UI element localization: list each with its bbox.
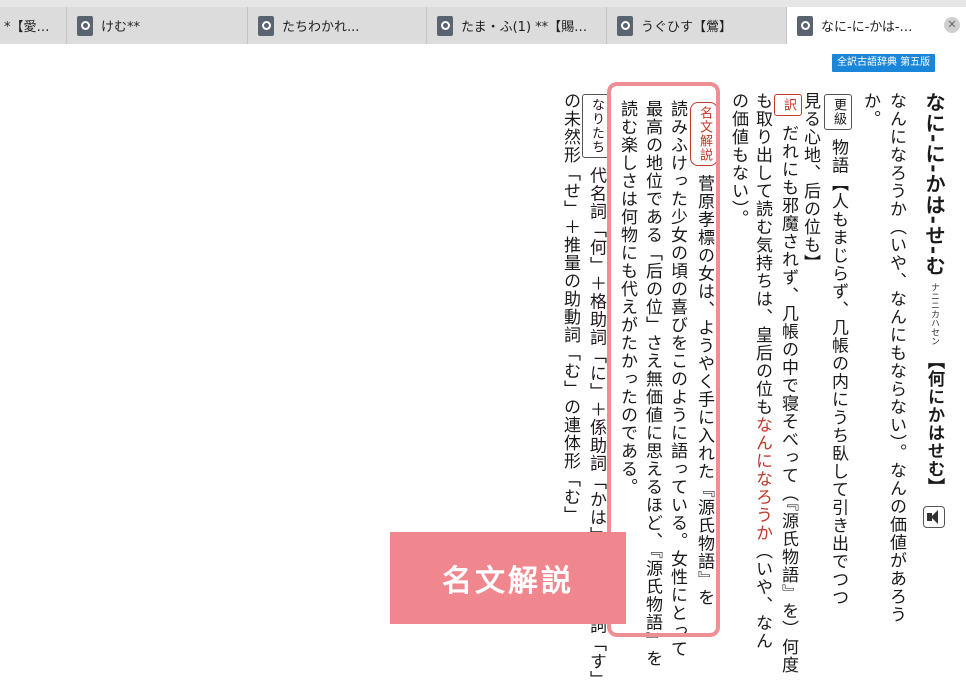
- translation-text: （いや、なん: [752, 542, 772, 650]
- tab-label: けむ**: [101, 20, 141, 35]
- tab-3[interactable]: たちわかれ...: [248, 7, 427, 44]
- translation-line: も取り出して読む気持ちは、皇后の位もなんになろうか（いや、なん: [750, 92, 774, 650]
- entry-headword-column: なに‐に‐かは‐せ‐む ナニニカハセン 【何にかはせむ】: [922, 92, 946, 529]
- dictionary-badge: 全訳古語辞典 第五版: [832, 54, 936, 72]
- example-source-tag: 更級: [824, 94, 852, 130]
- tab-label: たちわかれ...: [282, 20, 360, 35]
- commentary-overlay-label: 名文解説: [390, 532, 626, 624]
- tab-label: *【愛…: [4, 20, 50, 35]
- dictionary-app-icon: [617, 15, 633, 36]
- definition-line: なんになろうか（いや、なんにもならない）。なんの価値があろう: [886, 92, 906, 624]
- tab-label: たま・ふ(1) **【賜…: [461, 20, 588, 35]
- translation-text: も取り出して読む気持ちは、皇后の位も: [752, 92, 772, 416]
- headword-kanji: 【何にかはせむ】: [924, 352, 944, 497]
- dictionary-app-icon: [77, 15, 93, 36]
- etymology-tag: なりたち: [582, 94, 610, 158]
- close-icon[interactable]: ✕: [944, 17, 960, 33]
- example-line: 更級 物語【人もまじらず、几帳の内にうち臥して引き出でつつ: [824, 92, 852, 606]
- tab-4[interactable]: たま・ふ(1) **【賜…: [427, 7, 607, 44]
- tab-bar: *【愛… けむ** たちわかれ... たま・ふ(1) **【賜… うぐひす【鶯】…: [0, 0, 966, 44]
- dictionary-app-icon: [258, 15, 274, 36]
- tab-6-active[interactable]: なに-に-かは-… ✕: [787, 7, 966, 44]
- example-text: 物語【人もまじらず、几帳の内にうち臥して引き出でつつ: [828, 138, 848, 607]
- tab-2[interactable]: けむ**: [67, 7, 248, 44]
- tab-label: なに-に-かは-…: [821, 20, 913, 35]
- translation-line: 訳 だれにも邪魔されず、几帳の中で寝そべって（『源氏物語』を）何度: [774, 92, 802, 674]
- translation-highlight: なんになろうか: [752, 416, 772, 542]
- dictionary-app-icon: [437, 15, 453, 36]
- dictionary-app-icon: [797, 15, 813, 36]
- tab-5[interactable]: うぐひす【鶯】: [607, 7, 787, 44]
- tab-1[interactable]: *【愛…: [0, 7, 67, 44]
- translation-tag: 訳: [774, 94, 802, 116]
- translation-line: の価値もない）。: [728, 92, 748, 228]
- translation-text: だれにも邪魔されず、几帳の中で寝そべって（『源氏物語』を）何度: [778, 124, 798, 674]
- headword: なに‐に‐かは‐せ‐む: [922, 92, 946, 277]
- speaker-icon[interactable]: [923, 506, 945, 529]
- etymology-line: の未然形「せ」＋推量の助動詞「む」の連体形「む」: [560, 92, 580, 524]
- definition-line: か。: [860, 92, 880, 128]
- tab-label: うぐひす【鶯】: [641, 20, 733, 35]
- headword-reading: ナニニカハセン: [929, 282, 939, 346]
